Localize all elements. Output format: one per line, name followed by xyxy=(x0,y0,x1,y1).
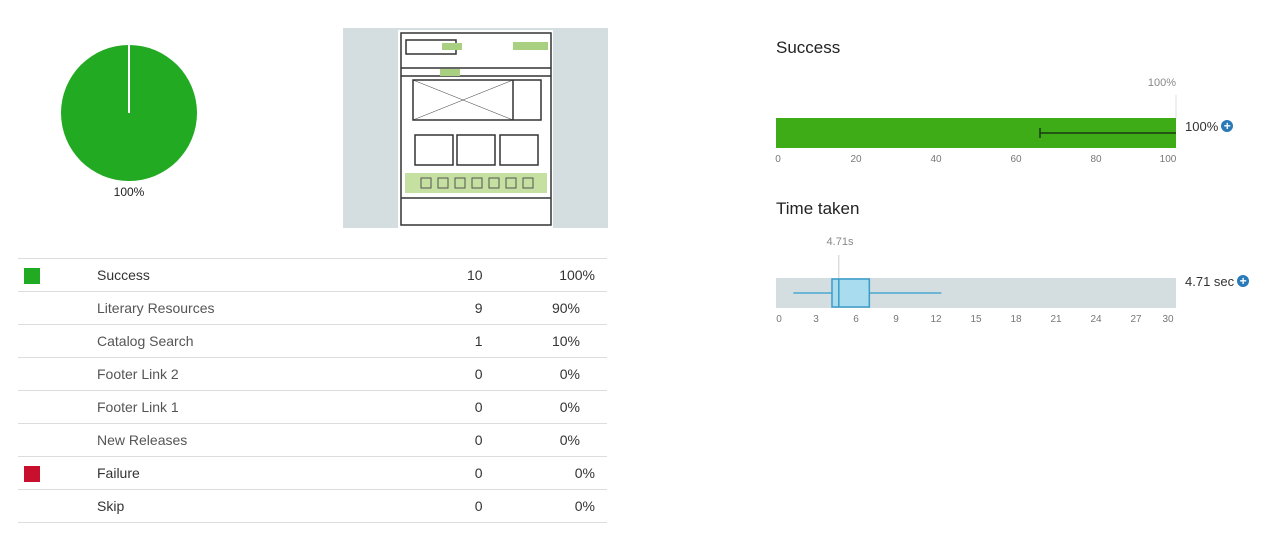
success-value[interactable]: 100% + xyxy=(1185,119,1234,134)
row-percent: 0% xyxy=(482,456,607,490)
page-screenshot-thumbnail[interactable] xyxy=(343,28,608,228)
swatch-cell xyxy=(18,456,97,490)
row-count: 10 xyxy=(362,258,483,292)
success-pie-chart xyxy=(61,45,197,181)
swatch-cell xyxy=(18,390,97,424)
row-percent: 0% xyxy=(482,423,607,457)
expand-plus-icon[interactable]: + xyxy=(1221,120,1234,132)
success-chart-title: Success xyxy=(776,38,841,57)
success-value-text: 100% xyxy=(1185,119,1219,134)
row-label: Success xyxy=(97,258,363,292)
table-row[interactable]: Literary Resources 9 90% xyxy=(18,291,607,325)
success-marker-label: 100% xyxy=(1147,77,1176,89)
row-count: 0 xyxy=(362,357,483,391)
row-count: 1 xyxy=(362,324,483,358)
results-table: Success 10 100% Literary Resources 9 90%… xyxy=(18,258,607,523)
row-label: Catalog Search xyxy=(97,324,363,358)
table-row[interactable]: Success 10 100% xyxy=(18,258,607,292)
row-percent: 0% xyxy=(482,489,607,523)
time-value[interactable]: 4.71 sec + xyxy=(1185,274,1250,289)
swatch-cell xyxy=(18,489,97,523)
row-percent: 0% xyxy=(482,357,607,391)
x-tick-label: 27 xyxy=(1130,314,1142,325)
table-row[interactable]: Failure 0 0% xyxy=(18,456,607,490)
time-value-text: 4.71 sec xyxy=(1185,274,1235,289)
row-count: 9 xyxy=(362,291,483,325)
row-percent: 100% xyxy=(482,258,607,292)
table-row[interactable]: Footer Link 1 0 0% xyxy=(18,390,607,424)
table-row[interactable]: Footer Link 2 0 0% xyxy=(18,357,607,391)
x-tick-label: 15 xyxy=(970,314,982,325)
row-percent: 0% xyxy=(482,390,607,424)
x-tick-label: 30 xyxy=(1162,314,1174,325)
time-marker-label: 4.71s xyxy=(826,236,854,248)
x-tick-label: 0 xyxy=(775,154,781,165)
row-count: 0 xyxy=(362,390,483,424)
x-tick-label: 12 xyxy=(930,314,942,325)
row-label: Skip xyxy=(97,489,363,523)
table-row[interactable]: Skip 0 0% xyxy=(18,489,607,523)
swatch-cell xyxy=(18,357,97,391)
x-tick-label: 18 xyxy=(1010,314,1022,325)
row-count: 0 xyxy=(362,489,483,523)
x-tick-label: 40 xyxy=(930,154,942,165)
row-percent: 10% xyxy=(482,324,607,358)
x-tick-label: 0 xyxy=(776,314,782,325)
legend-swatch xyxy=(24,267,40,284)
interquartile-box xyxy=(831,278,871,308)
row-label: Footer Link 1 xyxy=(97,390,363,424)
x-tick-label: 100 xyxy=(1160,154,1177,165)
row-label: Failure xyxy=(97,456,363,490)
row-label: New Releases xyxy=(97,423,363,457)
x-tick-label: 80 xyxy=(1090,154,1102,165)
row-percent: 90% xyxy=(482,291,607,325)
x-tick-label: 24 xyxy=(1090,314,1102,325)
x-tick-label: 3 xyxy=(813,314,819,325)
legend-swatch xyxy=(24,465,40,482)
x-tick-label: 6 xyxy=(853,314,859,325)
row-count: 0 xyxy=(362,456,483,490)
x-tick-label: 60 xyxy=(1010,154,1022,165)
table-row[interactable]: Catalog Search 1 10% xyxy=(18,324,607,358)
row-label: Literary Resources xyxy=(97,291,363,325)
expand-plus-icon[interactable]: + xyxy=(1237,275,1250,287)
success-bar-chart: 0 20 40 60 80 100 xyxy=(775,95,1177,165)
row-label: Footer Link 2 xyxy=(97,357,363,391)
time-chart-title: Time taken xyxy=(776,199,860,218)
x-tick-label: 21 xyxy=(1050,314,1062,325)
swatch-cell xyxy=(18,258,97,292)
swatch-cell xyxy=(18,324,97,358)
pie-percent-label: 100% xyxy=(113,185,145,199)
time-box-plot: 0 3 6 9 12 15 18 21 24 27 30 xyxy=(776,255,1176,325)
swatch-cell xyxy=(18,423,97,457)
x-tick-label: 9 xyxy=(893,314,899,325)
wireframe-image xyxy=(398,30,553,228)
row-count: 0 xyxy=(362,423,483,457)
x-tick-label: 20 xyxy=(850,154,862,165)
swatch-cell xyxy=(18,291,97,325)
table-row[interactable]: New Releases 0 0% xyxy=(18,423,607,457)
